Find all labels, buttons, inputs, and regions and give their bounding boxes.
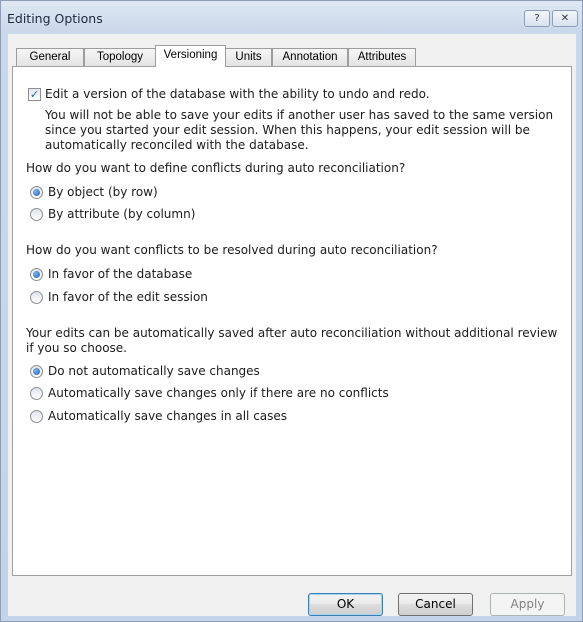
edit-version-checkbox[interactable]: ✓ xyxy=(28,88,41,101)
radio-favor-edit-session-label[interactable]: In favor of the edit session xyxy=(48,290,208,305)
close-icon: ✕ xyxy=(560,13,570,24)
conflict-definition-question: How do you want to define conflicts duri… xyxy=(26,161,406,175)
radio-autosave-no-conflicts-label[interactable]: Automatically save changes only if there… xyxy=(48,386,389,401)
apply-button[interactable]: Apply xyxy=(490,593,565,616)
editing-options-dialog: Editing Options ? ✕ General Topology Ver… xyxy=(0,0,583,622)
info-text: You will not be able to save your edits … xyxy=(45,108,554,152)
tab-versioning[interactable]: Versioning xyxy=(155,45,226,67)
tab-attributes[interactable]: Attributes xyxy=(348,48,416,66)
tab-units[interactable]: Units xyxy=(225,48,272,66)
radio-by-object-label[interactable]: By object (by row) xyxy=(48,185,158,200)
checkmark-icon: ✓ xyxy=(29,88,40,101)
tab-annotation[interactable]: Annotation xyxy=(272,48,348,66)
edit-version-label[interactable]: Edit a version of the database with the … xyxy=(45,87,430,102)
dialog-title: Editing Options xyxy=(7,11,103,26)
radio-by-attribute[interactable] xyxy=(30,208,43,221)
versioning-panel: ✓ Edit a version of the database with th… xyxy=(12,66,572,576)
radio-by-object[interactable] xyxy=(30,186,43,199)
tab-general[interactable]: General xyxy=(16,48,84,66)
autosave-question: Your edits can be automatically saved af… xyxy=(26,326,558,355)
radio-autosave-all[interactable] xyxy=(30,410,43,423)
radio-by-attribute-label[interactable]: By attribute (by column) xyxy=(48,207,195,222)
radio-favor-database-label[interactable]: In favor of the database xyxy=(48,267,192,282)
title-bar[interactable]: Editing Options ? ✕ xyxy=(1,1,582,35)
radio-autosave-no-conflicts[interactable] xyxy=(30,387,43,400)
radio-favor-edit-session[interactable] xyxy=(30,291,43,304)
help-icon: ? xyxy=(534,13,540,24)
help-button[interactable]: ? xyxy=(524,10,550,27)
radio-autosave-all-label[interactable]: Automatically save changes in all cases xyxy=(48,409,287,424)
radio-favor-database[interactable] xyxy=(30,268,43,281)
tab-topology[interactable]: Topology xyxy=(84,48,156,66)
dialog-client-area: General Topology Versioning Units Annota… xyxy=(8,34,576,616)
cancel-button[interactable]: Cancel xyxy=(398,593,473,616)
close-button[interactable]: ✕ xyxy=(552,10,578,27)
radio-no-autosave[interactable] xyxy=(30,365,43,378)
conflict-resolution-question: How do you want conflicts to be resolved… xyxy=(26,243,438,257)
radio-no-autosave-label[interactable]: Do not automatically save changes xyxy=(48,364,260,379)
ok-button[interactable]: OK xyxy=(308,593,383,616)
